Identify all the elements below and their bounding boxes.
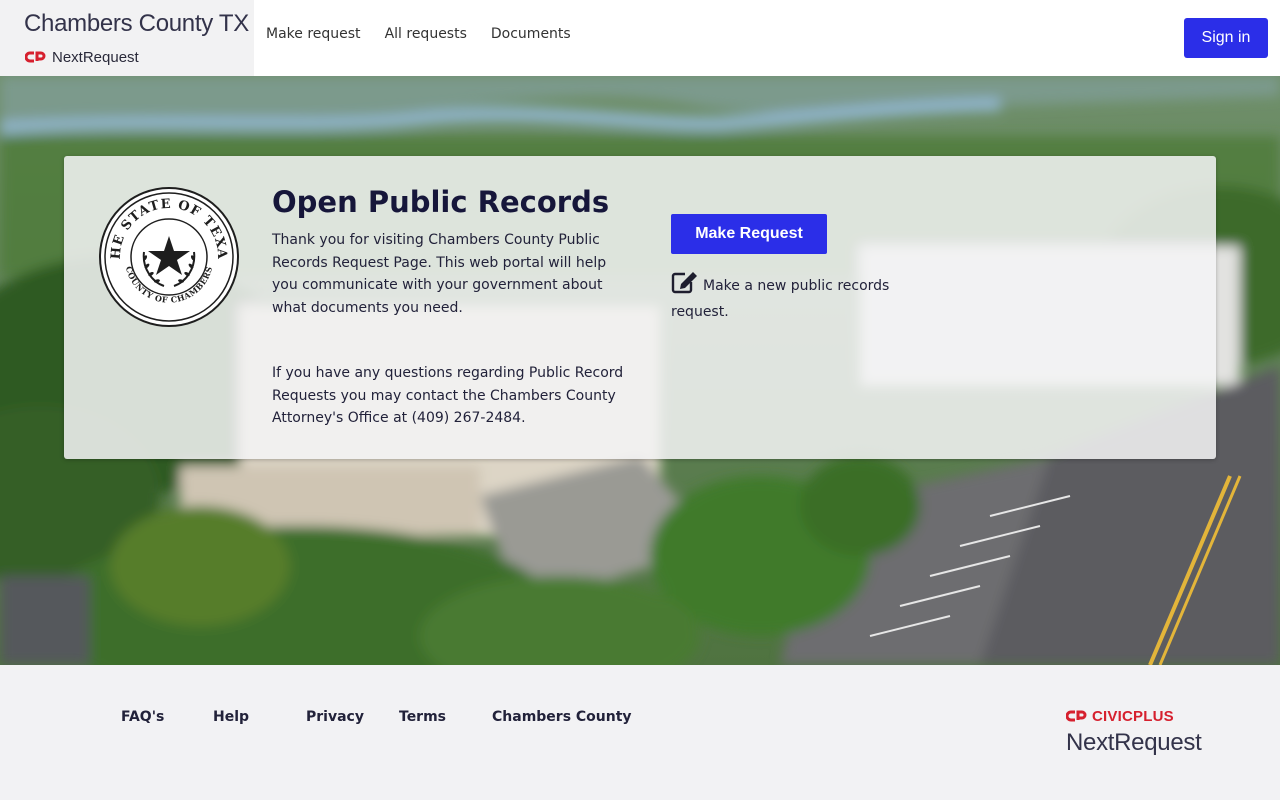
- intro-paragraph: Thank you for visiting Chambers County P…: [272, 232, 607, 316]
- sign-in-button[interactable]: Sign in: [1184, 18, 1268, 58]
- hero-section: THE STATE OF TEXAS COUNTY OF CHAMBERS: [0, 76, 1280, 665]
- footer-link-help[interactable]: Help: [213, 709, 249, 725]
- footer-link-privacy[interactable]: Privacy: [306, 709, 364, 725]
- nextrequest-logo-icon: [24, 48, 47, 67]
- intro-card: THE STATE OF TEXAS COUNTY OF CHAMBERS: [64, 156, 1216, 459]
- texas-seal-icon: THE STATE OF TEXAS COUNTY OF CHAMBERS: [93, 175, 240, 328]
- civicplus-label: CIVICPLUS: [1092, 708, 1174, 725]
- contact-paragraph: If you have any questions regarding Publ…: [272, 365, 624, 426]
- footer-link-chambers-county[interactable]: Chambers County: [492, 709, 632, 725]
- footer-link-faqs[interactable]: FAQ's: [121, 709, 164, 725]
- nextrequest-footer-label: NextRequest: [1066, 729, 1202, 756]
- civicplus-logo: CIVICPLUS: [1065, 707, 1174, 726]
- brand-product: NextRequest: [24, 48, 139, 67]
- civicplus-logo-icon: [1065, 707, 1088, 726]
- top-navbar: Chambers County TX NextRequest Make requ…: [0, 0, 1280, 76]
- page-title: Open Public Records: [272, 185, 610, 219]
- main-nav: Make request All requests Documents: [266, 26, 571, 42]
- footer-link-terms[interactable]: Terms: [399, 709, 446, 725]
- make-request-button[interactable]: Make Request: [671, 214, 827, 254]
- footer: FAQ's Help Privacy Terms Chambers County…: [0, 665, 1280, 800]
- nav-make-request[interactable]: Make request: [266, 26, 361, 42]
- nav-all-requests[interactable]: All requests: [385, 26, 467, 42]
- new-request-hint: Make a new public records request.: [671, 270, 911, 323]
- brand-product-label: NextRequest: [52, 49, 139, 66]
- nav-documents[interactable]: Documents: [491, 26, 571, 42]
- brand-area[interactable]: Chambers County TX NextRequest: [0, 0, 254, 76]
- new-request-text: Make a new public records request.: [671, 278, 890, 320]
- brand-title[interactable]: Chambers County TX: [24, 10, 249, 38]
- edit-icon: [671, 270, 699, 301]
